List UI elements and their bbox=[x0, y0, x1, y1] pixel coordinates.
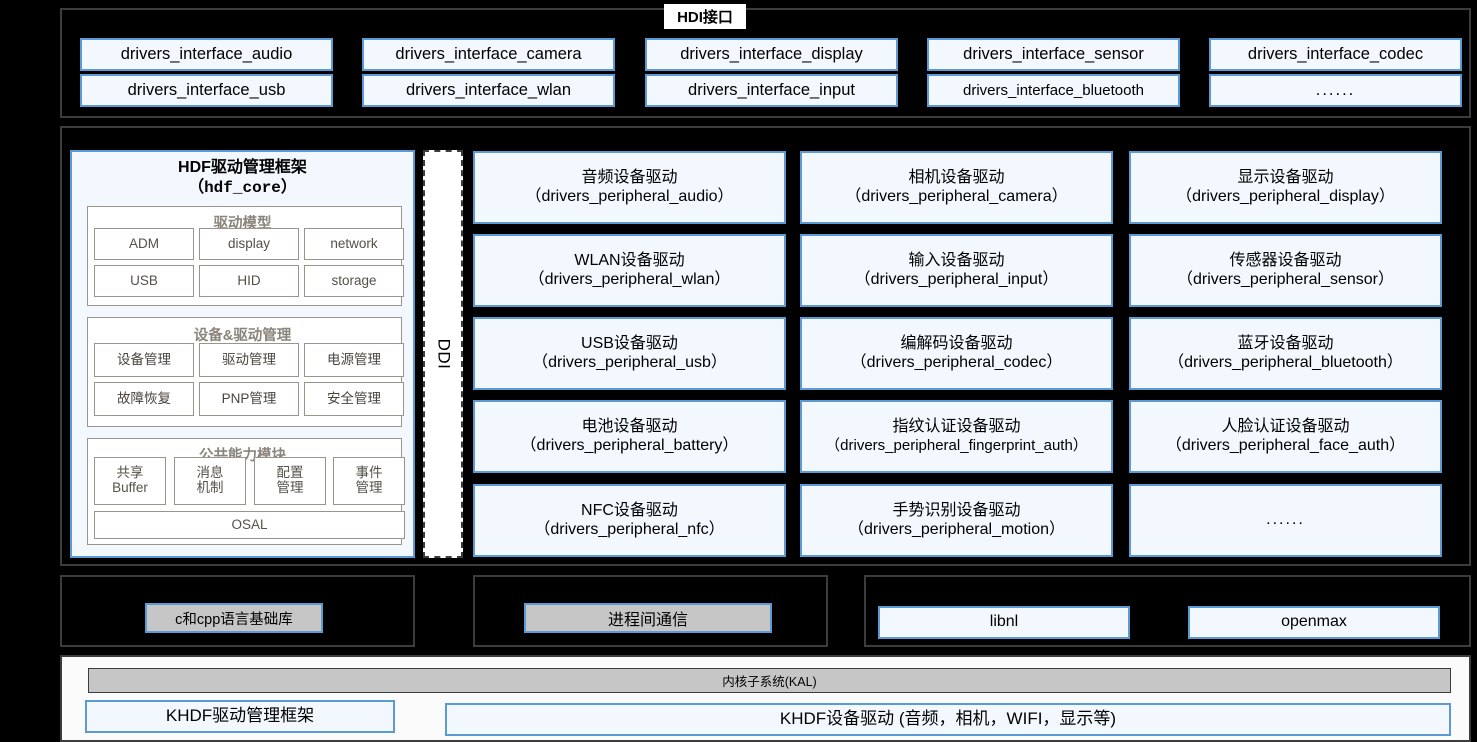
ddi-label: DDI bbox=[434, 338, 453, 370]
interface-box-input[interactable]: drivers_interface_input bbox=[645, 74, 898, 107]
peripheral-fingerprint-en: （drivers_peripheral_fingerprint_auth） bbox=[825, 437, 1088, 455]
hdf-core-title-text: HDF驱动管理框架 bbox=[178, 159, 307, 176]
cell-adm[interactable]: ADM bbox=[94, 228, 194, 260]
peripheral-more-cn: ...... bbox=[1266, 511, 1305, 529]
cell-storage[interactable]: storage bbox=[304, 265, 404, 297]
peripheral-audio-cn: 音频设备驱动 bbox=[581, 168, 678, 186]
architecture-diagram: HDI接口 drivers_interface_audio drivers_in… bbox=[0, 0, 1477, 742]
peripheral-box-usb[interactable]: USB设备驱动 （drivers_peripheral_usb） bbox=[473, 317, 786, 390]
peripheral-box-display[interactable]: 显示设备驱动 （drivers_peripheral_display） bbox=[1129, 151, 1442, 224]
lib-box-libnl[interactable]: libnl bbox=[878, 606, 1130, 639]
peripheral-wlan-cn: WLAN设备驱动 bbox=[574, 251, 685, 269]
interface-box-display[interactable]: drivers_interface_display bbox=[645, 38, 898, 71]
peripheral-fingerprint-cn: 指纹认证设备驱动 bbox=[892, 418, 1021, 436]
peripheral-box-nfc[interactable]: NFC设备驱动 （drivers_peripheral_nfc） bbox=[473, 484, 786, 557]
interface-box-codec[interactable]: drivers_interface_codec bbox=[1209, 38, 1462, 71]
group-device-driver-mgmt-title: 设备&驱动管理 bbox=[193, 328, 292, 344]
peripheral-box-codec[interactable]: 编解码设备驱动 （drivers_peripheral_codec） bbox=[800, 317, 1113, 390]
hdf-core-title: HDF驱动管理框架 （hdf_core） bbox=[72, 158, 413, 198]
peripheral-bluetooth-cn: 蓝牙设备驱动 bbox=[1237, 334, 1334, 352]
cell-network[interactable]: network bbox=[304, 228, 404, 260]
lib-box-openmax[interactable]: openmax bbox=[1188, 606, 1440, 639]
cell-display[interactable]: display bbox=[199, 228, 299, 260]
interface-box-wlan[interactable]: drivers_interface_wlan bbox=[362, 74, 615, 107]
peripheral-battery-cn: 电池设备驱动 bbox=[581, 417, 678, 435]
cell-power-mgmt[interactable]: 电源管理 bbox=[304, 343, 404, 377]
peripheral-box-audio[interactable]: 音频设备驱动 （drivers_peripheral_audio） bbox=[473, 151, 786, 224]
peripheral-battery-en: （drivers_peripheral_battery） bbox=[520, 436, 739, 454]
peripheral-display-en: （drivers_peripheral_display） bbox=[1176, 187, 1395, 205]
peripheral-usb-en: （drivers_peripheral_usb） bbox=[532, 353, 727, 371]
peripheral-sensor-cn: 传感器设备驱动 bbox=[1229, 251, 1342, 269]
cell-pnp-mgmt[interactable]: PNP管理 bbox=[199, 382, 299, 416]
peripheral-audio-en: （drivers_peripheral_audio） bbox=[525, 187, 734, 205]
interface-box-camera[interactable]: drivers_interface_camera bbox=[362, 38, 615, 71]
peripheral-box-motion[interactable]: 手势识别设备驱动 （drivers_peripheral_motion） bbox=[800, 484, 1113, 557]
peripheral-face-cn: 人脸认证设备驱动 bbox=[1221, 417, 1350, 435]
cell-config-mgmt[interactable]: 配置 管理 bbox=[254, 457, 326, 505]
peripheral-codec-cn: 编解码设备驱动 bbox=[900, 334, 1013, 352]
hdf-core-subtitle: （hdf_core） bbox=[188, 179, 297, 197]
cell-hid[interactable]: HID bbox=[199, 265, 299, 297]
cell-fault-recovery[interactable]: 故障恢复 bbox=[94, 382, 194, 416]
peripheral-box-more[interactable]: ...... bbox=[1129, 484, 1442, 557]
peripheral-nfc-cn: NFC设备驱动 bbox=[581, 501, 678, 519]
interface-box-bluetooth[interactable]: drivers_interface_bluetooth bbox=[927, 74, 1180, 107]
peripheral-motion-cn: 手势识别设备驱动 bbox=[892, 501, 1021, 519]
peripheral-motion-en: （drivers_peripheral_motion） bbox=[848, 520, 1065, 538]
cell-driver-mgmt[interactable]: 驱动管理 bbox=[199, 343, 299, 377]
cell-message-mechanism[interactable]: 消息 机制 bbox=[174, 457, 246, 505]
peripheral-sensor-en: （drivers_peripheral_sensor） bbox=[1177, 270, 1394, 288]
peripheral-wlan-en: （drivers_peripheral_wlan） bbox=[528, 270, 731, 288]
interface-box-sensor[interactable]: drivers_interface_sensor bbox=[927, 38, 1180, 71]
kal-bar: 内核子系统(KAL) bbox=[88, 668, 1451, 693]
peripheral-nfc-en: （drivers_peripheral_nfc） bbox=[534, 520, 725, 538]
peripheral-camera-cn: 相机设备驱动 bbox=[908, 168, 1005, 186]
ddi-strip: DDI bbox=[423, 150, 463, 558]
peripheral-input-cn: 输入设备驱动 bbox=[908, 251, 1005, 269]
khdf-drivers-box[interactable]: KHDF设备驱动 (音频，相机，WIFI，显示等) bbox=[445, 703, 1451, 736]
peripheral-box-battery[interactable]: 电池设备驱动 （drivers_peripheral_battery） bbox=[473, 400, 786, 473]
peripheral-box-input[interactable]: 输入设备驱动 （drivers_peripheral_input） bbox=[800, 234, 1113, 307]
hdf-core-panel: HDF驱动管理框架 （hdf_core） 驱动模型 ADM display ne… bbox=[70, 150, 415, 558]
cell-usb[interactable]: USB bbox=[94, 265, 194, 297]
cell-device-mgmt[interactable]: 设备管理 bbox=[94, 343, 194, 377]
cell-event-mgmt[interactable]: 事件 管理 bbox=[333, 457, 405, 505]
cell-shared-buffer[interactable]: 共享 Buffer bbox=[94, 457, 166, 505]
peripheral-bluetooth-en: （drivers_peripheral_bluetooth） bbox=[1168, 353, 1403, 371]
peripheral-camera-en: （drivers_peripheral_camera） bbox=[845, 187, 1068, 205]
lib-box-lang[interactable]: c和cpp语言基础库 bbox=[145, 603, 323, 633]
interface-box-audio[interactable]: drivers_interface_audio bbox=[80, 38, 333, 71]
lib-box-ipc[interactable]: 进程间通信 bbox=[524, 603, 772, 633]
peripheral-box-wlan[interactable]: WLAN设备驱动 （drivers_peripheral_wlan） bbox=[473, 234, 786, 307]
peripheral-display-cn: 显示设备驱动 bbox=[1237, 168, 1334, 186]
khdf-framework-box[interactable]: KHDF驱动管理框架 bbox=[85, 700, 395, 733]
interface-box-more[interactable]: ...... bbox=[1209, 74, 1462, 107]
peripheral-box-fingerprint-auth[interactable]: 指纹认证设备驱动 （drivers_peripheral_fingerprint… bbox=[800, 400, 1113, 473]
peripheral-box-camera[interactable]: 相机设备驱动 （drivers_peripheral_camera） bbox=[800, 151, 1113, 224]
peripheral-box-bluetooth[interactable]: 蓝牙设备驱动 （drivers_peripheral_bluetooth） bbox=[1129, 317, 1442, 390]
hdi-label: HDI接口 bbox=[664, 4, 746, 29]
peripheral-box-face-auth[interactable]: 人脸认证设备驱动 （drivers_peripheral_face_auth） bbox=[1129, 400, 1442, 473]
cell-security-mgmt[interactable]: 安全管理 bbox=[304, 382, 404, 416]
peripheral-face-en: （drivers_peripheral_face_auth） bbox=[1165, 436, 1406, 454]
cell-osal[interactable]: OSAL bbox=[94, 511, 405, 539]
peripheral-input-en: （drivers_peripheral_input） bbox=[854, 270, 1059, 288]
interface-box-usb[interactable]: drivers_interface_usb bbox=[80, 74, 333, 107]
peripheral-usb-cn: USB设备驱动 bbox=[581, 334, 678, 352]
peripheral-codec-en: （drivers_peripheral_codec） bbox=[850, 353, 1063, 371]
peripheral-box-sensor[interactable]: 传感器设备驱动 （drivers_peripheral_sensor） bbox=[1129, 234, 1442, 307]
